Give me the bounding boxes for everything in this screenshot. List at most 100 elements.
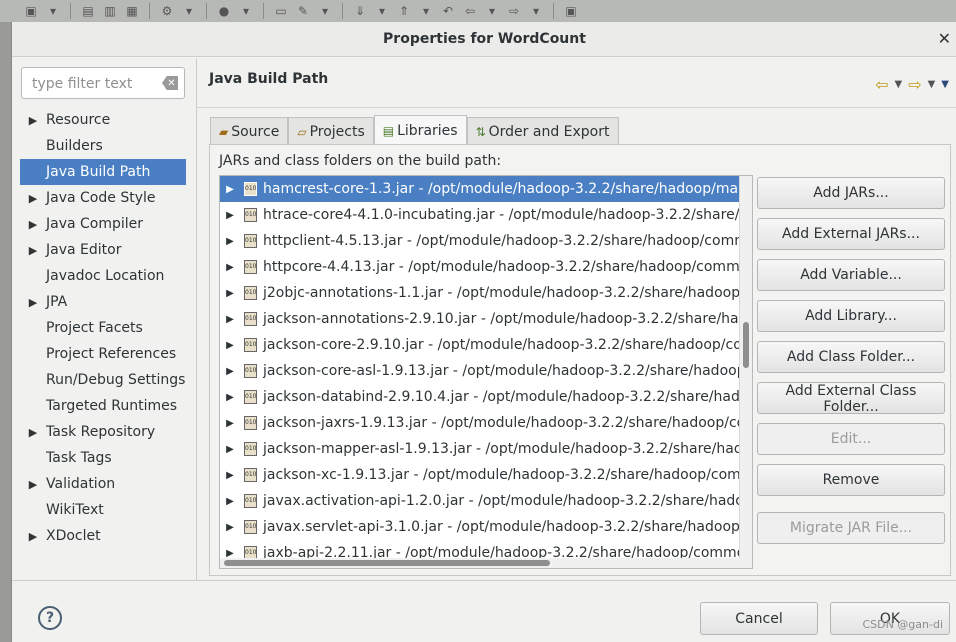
jar-row[interactable]: ▶ 010 jackson-core-2.9.10.jar - /opt/modul…	[220, 332, 752, 358]
print-icon[interactable]: ▦	[123, 3, 141, 19]
nav-item[interactable]: ▶ Task Repository	[20, 419, 186, 445]
jar-row[interactable]: ▶ 010 jackson-annotations-2.9.10.jar - /op…	[220, 306, 752, 332]
dropdown-icon[interactable]: ▾	[44, 3, 62, 19]
expand-arrow-icon[interactable]: ▶	[220, 418, 240, 429]
dropdown-icon[interactable]: ▾	[483, 3, 501, 19]
jar-row[interactable]: ▶ 010 jackson-xc-1.9.13.jar - /opt/module/…	[220, 462, 752, 488]
help-icon[interactable]: ?	[38, 606, 62, 630]
jar-row[interactable]: ▶ 010 jackson-jaxrs-1.9.13.jar - /opt/modu…	[220, 410, 752, 436]
expand-arrow-icon[interactable]: ▶	[20, 530, 46, 543]
jar-row[interactable]: ▶ 010 jackson-mapper-asl-1.9.13.jar - /opt…	[220, 436, 752, 462]
forward-history-dropdown-icon[interactable]: ▼	[928, 79, 936, 90]
nav-item[interactable]: Javadoc Location	[20, 263, 186, 289]
tab-libraries[interactable]: ▤ Libraries	[373, 115, 467, 146]
expand-arrow-icon[interactable]: ▶	[20, 244, 46, 257]
add-external-class-folder-button[interactable]: Add External Class Folder...	[757, 382, 945, 415]
add-class-folder-button[interactable]: Add Class Folder...	[757, 341, 945, 373]
expand-arrow-icon[interactable]: ▶	[220, 548, 240, 559]
nav-item[interactable]: Run/Debug Settings	[20, 367, 186, 393]
expand-arrow-icon[interactable]: ▶	[220, 496, 240, 507]
forward-arrow-icon[interactable]: ⇨	[908, 75, 921, 94]
save-icon[interactable]: ▤	[79, 3, 97, 19]
expand-arrow-icon[interactable]: ▶	[20, 426, 46, 439]
view-menu-icon[interactable]: ▼	[941, 79, 949, 90]
nav-item[interactable]: Task Tags	[20, 445, 186, 471]
nav-item[interactable]: Targeted Runtimes	[20, 393, 186, 419]
back-arrow-icon[interactable]: ⇦	[875, 75, 888, 94]
nav-item[interactable]: ▶ Resource	[20, 107, 186, 133]
expand-arrow-icon[interactable]: ▶	[220, 288, 240, 299]
nav-item[interactable]: WikiText	[20, 497, 186, 523]
nav-item[interactable]: ▶ Java Compiler	[20, 211, 186, 237]
next-annotation-icon[interactable]: ⇓	[351, 3, 369, 19]
cancel-button[interactable]: Cancel	[700, 602, 818, 635]
close-icon[interactable]: ✕	[938, 29, 951, 48]
jar-row[interactable]: ▶ 010 httpcore-4.4.13.jar - /opt/module/ha…	[220, 254, 752, 280]
migrate-jar-button[interactable]: Migrate JAR File...	[757, 512, 945, 544]
jar-row[interactable]: ▶ 010 javax.servlet-api-3.1.0.jar - /opt/m…	[220, 514, 752, 540]
dropdown-icon[interactable]: ▾	[180, 3, 198, 19]
horizontal-scroll-thumb[interactable]	[224, 560, 550, 566]
jar-list[interactable]: ▶ 010 hamcrest-core-1.3.jar - /opt/module/…	[219, 175, 753, 569]
forward-icon[interactable]: ⇨	[505, 3, 523, 19]
tab-source[interactable]: ▰ Source	[210, 117, 289, 146]
tools-icon[interactable]: ✎	[294, 3, 312, 19]
expand-arrow-icon[interactable]: ▶	[220, 366, 240, 377]
expand-arrow-icon[interactable]: ▶	[220, 210, 240, 221]
tab-projects[interactable]: ▱ Projects	[288, 117, 374, 146]
dropdown-icon[interactable]: ▾	[316, 3, 334, 19]
expand-arrow-icon[interactable]: ▶	[220, 392, 240, 403]
pane-splitter[interactable]	[196, 58, 197, 580]
jar-row[interactable]: ▶ 010 htrace-core4-4.1.0-incubating.jar - …	[220, 202, 752, 228]
dropdown-icon[interactable]: ▾	[417, 3, 435, 19]
debug-icon[interactable]: ⚙	[158, 3, 176, 19]
nav-item[interactable]: ▶ Validation	[20, 471, 186, 497]
expand-arrow-icon[interactable]: ▶	[220, 236, 240, 247]
new-icon[interactable]: ▣	[22, 3, 40, 19]
nav-item[interactable]: Builders	[20, 133, 186, 159]
last-edit-icon[interactable]: ↶	[439, 3, 457, 19]
run-icon[interactable]: ●	[215, 3, 233, 19]
expand-arrow-icon[interactable]: ▶	[20, 478, 46, 491]
nav-item[interactable]: Project Facets	[20, 315, 186, 341]
nav-item[interactable]: Java Build Path	[20, 159, 186, 185]
filter-input[interactable]	[30, 75, 154, 93]
filter-field[interactable]: ✕	[21, 67, 185, 99]
back-icon[interactable]: ⇦	[461, 3, 479, 19]
edit-button[interactable]: Edit...	[757, 423, 945, 455]
add-jars-button[interactable]: Add JARs...	[757, 177, 945, 209]
perspective-icon[interactable]: ▣	[562, 3, 580, 19]
open-folder-icon[interactable]: ▭	[272, 3, 290, 19]
expand-arrow-icon[interactable]: ▶	[220, 314, 240, 325]
vertical-scroll-thumb[interactable]	[743, 322, 749, 368]
expand-arrow-icon[interactable]: ▶	[220, 340, 240, 351]
expand-arrow-icon[interactable]: ▶	[220, 444, 240, 455]
nav-item[interactable]: ▶ Java Code Style	[20, 185, 186, 211]
remove-button[interactable]: Remove	[757, 464, 945, 496]
save-all-icon[interactable]: ▥	[101, 3, 119, 19]
add-variable-button[interactable]: Add Variable...	[757, 259, 945, 291]
nav-item[interactable]: ▶ Java Editor	[20, 237, 186, 263]
expand-arrow-icon[interactable]: ▶	[20, 296, 46, 309]
add-library-button[interactable]: Add Library...	[757, 300, 945, 332]
expand-arrow-icon[interactable]: ▶	[220, 262, 240, 273]
expand-arrow-icon[interactable]: ▶	[220, 184, 240, 195]
dropdown-icon[interactable]: ▾	[373, 3, 391, 19]
nav-item[interactable]: Project References	[20, 341, 186, 367]
clear-filter-icon[interactable]: ✕	[162, 76, 178, 90]
horizontal-scrollbar[interactable]	[220, 558, 740, 568]
nav-item[interactable]: ▶ JPA	[20, 289, 186, 315]
jar-row[interactable]: ▶ 010 j2objc-annotations-1.1.jar - /opt/mo…	[220, 280, 752, 306]
vertical-scrollbar[interactable]	[739, 176, 752, 568]
jar-row[interactable]: ▶ 010 hamcrest-core-1.3.jar - /opt/module/…	[220, 176, 752, 202]
jar-row[interactable]: ▶ 010 jackson-databind-2.9.10.4.jar - /opt…	[220, 384, 752, 410]
expand-arrow-icon[interactable]: ▶	[20, 192, 46, 205]
nav-item[interactable]: ▶ XDoclet	[20, 523, 186, 549]
dropdown-icon[interactable]: ▾	[527, 3, 545, 19]
jar-row[interactable]: ▶ 010 jackson-core-asl-1.9.13.jar - /opt/m…	[220, 358, 752, 384]
prev-annotation-icon[interactable]: ⇑	[395, 3, 413, 19]
expand-arrow-icon[interactable]: ▶	[220, 522, 240, 533]
expand-arrow-icon[interactable]: ▶	[20, 114, 46, 127]
jar-row[interactable]: ▶ 010 httpclient-4.5.13.jar - /opt/module/…	[220, 228, 752, 254]
add-external-jars-button[interactable]: Add External JARs...	[757, 218, 945, 250]
